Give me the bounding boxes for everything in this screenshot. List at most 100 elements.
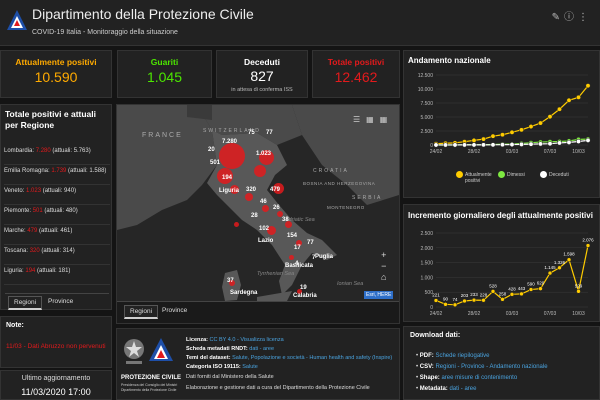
- tab-province[interactable]: Province: [43, 296, 78, 307]
- region-list-item: Veneto: 1.023 (attuali: 940): [4, 187, 110, 205]
- data-point[interactable]: [566, 257, 572, 262]
- map-bubble[interactable]: [219, 143, 245, 169]
- data-point[interactable]: [490, 289, 496, 294]
- data-point[interactable]: [547, 114, 553, 120]
- home-icon[interactable]: ⌂: [381, 272, 386, 283]
- data-point[interactable]: [509, 142, 515, 148]
- data-point[interactable]: [585, 243, 591, 248]
- data-point[interactable]: [490, 133, 496, 139]
- data-point[interactable]: [538, 286, 543, 291]
- data-point[interactable]: [519, 127, 524, 133]
- region-list-item: Marche: 479 (attuali: 461): [4, 227, 110, 245]
- data-point[interactable]: [471, 297, 477, 303]
- data-point[interactable]: [500, 142, 505, 148]
- download-link[interactable]: dati - aree: [449, 386, 476, 392]
- national-line-chart: 02.5005.0007.50010.00012.50024/02 28/02 03…: [418, 73, 591, 155]
- data-point[interactable]: [481, 136, 486, 142]
- download-link[interactable]: Schede riepilogative: [435, 353, 489, 359]
- tab-regioni[interactable]: Regioni: [8, 296, 43, 310]
- data-point[interactable]: [557, 265, 562, 271]
- data-point[interactable]: [433, 142, 439, 148]
- data-point[interactable]: [547, 141, 553, 147]
- list-icon[interactable]: ☰: [353, 115, 366, 124]
- data-point[interactable]: [443, 142, 448, 148]
- data-point[interactable]: [481, 142, 486, 148]
- legend-label[interactable]: Attualmente positivi: [465, 172, 495, 184]
- data-point[interactable]: [547, 270, 553, 276]
- x-tick-label: 03/03: [506, 311, 519, 317]
- data-point[interactable]: [528, 287, 534, 292]
- data-point[interactable]: [576, 139, 581, 144]
- data-point[interactable]: [528, 124, 534, 129]
- data-point[interactable]: [481, 298, 486, 303]
- legend-label[interactable]: Deceduti: [549, 172, 579, 178]
- data-point[interactable]: [519, 141, 524, 147]
- data-point[interactable]: [452, 302, 458, 308]
- region-active: (attuali: 5.763): [52, 148, 91, 154]
- data-point[interactable]: [557, 140, 562, 146]
- map-bubble[interactable]: [289, 255, 294, 260]
- region-active: (attuali: 1.588): [68, 168, 107, 174]
- data-point[interactable]: [538, 141, 543, 147]
- data-point[interactable]: [462, 142, 467, 148]
- data-point[interactable]: [490, 142, 496, 148]
- data-point[interactable]: [500, 297, 505, 302]
- data-point[interactable]: [557, 106, 562, 112]
- data-point[interactable]: [566, 139, 572, 145]
- info-panel: PROTEZIONE CIVILE Presidenza del Consigl…: [116, 328, 400, 400]
- zoom-in-button[interactable]: +: [381, 250, 386, 261]
- info-icon[interactable]: ⓘ: [564, 12, 578, 23]
- map-bubble[interactable]: [262, 205, 269, 212]
- map-panel: FRANCE SWITZERLAND CROATIA BOSNIA AND HE…: [116, 104, 400, 324]
- zoom-out-button[interactable]: −: [381, 261, 386, 272]
- data-label: 529: [575, 283, 583, 288]
- data-point[interactable]: [528, 141, 534, 147]
- data-point[interactable]: [452, 142, 458, 148]
- data-point[interactable]: [443, 302, 448, 307]
- data-point[interactable]: [462, 298, 467, 304]
- iso-link[interactable]: Salute: [242, 364, 258, 370]
- map-bubble[interactable]: [234, 222, 239, 227]
- data-point[interactable]: [433, 298, 439, 303]
- download-link[interactable]: Regioni - Province - Andamento nazionale: [435, 364, 547, 370]
- data-point[interactable]: [585, 83, 591, 89]
- data-point[interactable]: [519, 291, 524, 297]
- menu-icon[interactable]: ⋮: [578, 12, 592, 23]
- region-name: Lombardia:: [4, 148, 36, 154]
- series-line: [435, 85, 589, 145]
- layers-icon[interactable]: ▦: [366, 115, 380, 124]
- y-tick-label: 1.500: [420, 261, 433, 267]
- rndt-link[interactable]: dati - aree: [249, 346, 274, 352]
- map-country-label: MONTENEGRO: [327, 205, 365, 210]
- legend-swatch[interactable]: [540, 171, 547, 178]
- basemap-icon[interactable]: ▦: [380, 115, 394, 124]
- stat-value: 12.462: [334, 69, 378, 85]
- data-point[interactable]: [576, 289, 581, 294]
- data-point[interactable]: [566, 97, 572, 103]
- data-point[interactable]: [509, 292, 515, 297]
- x-tick-label: 03/03: [506, 149, 519, 155]
- stat-note: in attesa di conferma ISS: [231, 87, 293, 93]
- share-icon[interactable]: ✎: [552, 12, 564, 23]
- data-point[interactable]: [471, 142, 477, 148]
- themes-link[interactable]: Salute, Popolazione e società - Human he…: [232, 355, 392, 361]
- data-point[interactable]: [538, 120, 543, 126]
- map-value-label: 17: [294, 245, 301, 251]
- legend-swatch[interactable]: [498, 171, 505, 178]
- legend-label[interactable]: Dimessi: [507, 172, 537, 178]
- data-point[interactable]: [509, 129, 515, 135]
- download-link[interactable]: aree misure di contenimento: [441, 375, 517, 381]
- map-bubble[interactable]: [254, 165, 266, 177]
- map-value-label: 46: [260, 199, 267, 205]
- license-link[interactable]: CC BY 4.0 - Visualizza licenza: [210, 337, 284, 343]
- region-total: 1.739: [51, 168, 69, 174]
- data-point[interactable]: [471, 137, 477, 143]
- tab-regioni[interactable]: Regioni: [124, 305, 159, 319]
- map-bubble[interactable]: [245, 193, 253, 201]
- tab-province[interactable]: Province: [157, 305, 192, 316]
- data-point[interactable]: [585, 137, 591, 143]
- map-value-label: 7.280: [222, 139, 238, 145]
- data-point[interactable]: [576, 94, 581, 100]
- data-point[interactable]: [500, 132, 505, 138]
- legend-swatch[interactable]: [456, 171, 463, 178]
